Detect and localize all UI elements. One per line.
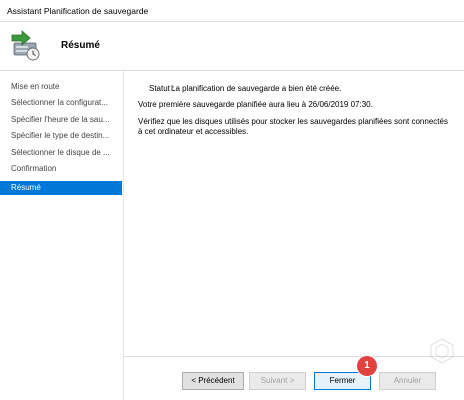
summary-panel: Statut : La planification de sauvegarde … [123, 71, 464, 400]
next-backup-text: Votre première sauvegarde planifiée aura… [138, 100, 373, 109]
step-confirmation[interactable]: Confirmation [0, 162, 122, 176]
backup-clock-icon [11, 30, 40, 61]
footer-divider [123, 356, 464, 357]
cancel-button[interactable]: Annuler [379, 372, 436, 390]
window-title: Assistant Planification de sauvegarde [7, 6, 149, 16]
wizard-header: Résumé [0, 23, 464, 70]
step-specifier-heure[interactable]: Spécifier l'heure de la sau... [0, 113, 122, 127]
previous-button[interactable]: < Précédent [182, 372, 244, 390]
wizard-steps: Mise en route Sélectionner la configurat… [0, 71, 124, 400]
status-text: La planification de sauvegarde a bien ét… [171, 84, 342, 93]
verify-disks-text: Vérifiez que les disques utilisés pour s… [138, 117, 448, 136]
annotation-badge: 1 [357, 356, 377, 376]
watermark-logo-icon [430, 338, 454, 364]
page-title: Résumé [61, 40, 100, 51]
step-resume[interactable]: Résumé [0, 181, 122, 195]
step-selectionner-configuration[interactable]: Sélectionner la configurat... [0, 96, 122, 110]
title-bar: Assistant Planification de sauvegarde [0, 0, 464, 22]
step-selectionner-disque[interactable]: Sélectionner le disque de ... [0, 146, 122, 160]
step-specifier-type-destination[interactable]: Spécifier le type de destin... [0, 129, 122, 143]
step-mise-en-route[interactable]: Mise en route [0, 80, 122, 94]
next-button[interactable]: Suivant > [249, 372, 306, 390]
